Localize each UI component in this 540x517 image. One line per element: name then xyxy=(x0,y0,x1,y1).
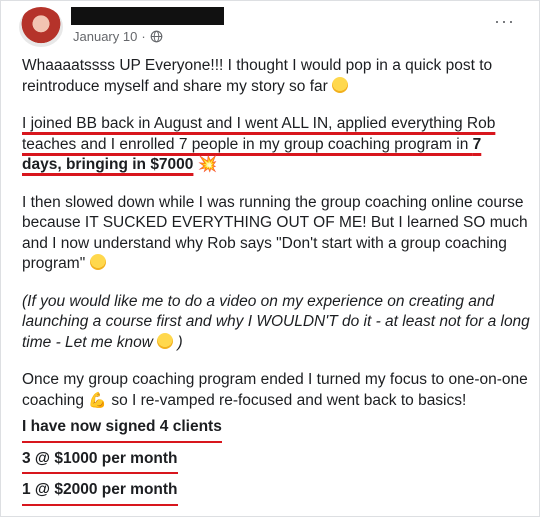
joined-bold-7: 7 xyxy=(472,135,482,153)
globe-icon xyxy=(150,30,163,43)
post-date[interactable]: January 10 xyxy=(73,29,137,44)
facebook-post: January 10 · ··· Whaaaatssss UP Everyone… xyxy=(0,0,540,517)
more-options-icon[interactable]: ··· xyxy=(494,11,515,32)
post-body: Whaaaatssss UP Everyone!!! I thought I w… xyxy=(22,56,532,506)
stat-clients-signed: I have now signed 4 clients xyxy=(22,417,222,443)
one-on-one-text-b: so I re-vamped re-focused and went back … xyxy=(107,391,467,409)
paragraph-joined: I joined BB back in August and I went AL… xyxy=(22,114,532,176)
post-meta: January 10 · xyxy=(73,29,163,44)
intro-text: Whaaaatssss UP Everyone!!! I thought I w… xyxy=(22,57,493,95)
redacted-author-name xyxy=(71,7,224,25)
joined-line-1: I joined BB back in August and I went AL… xyxy=(22,115,496,132)
meta-separator: · xyxy=(141,29,146,44)
flexed-biceps-icon: 💪 xyxy=(88,391,108,409)
joined-line-2: teaches and I enrolled 7 people in my gr… xyxy=(22,135,473,153)
paragraph-video: (If you would like me to do a video on m… xyxy=(22,292,532,354)
paragraph-intro: Whaaaatssss UP Everyone!!! I thought I w… xyxy=(22,56,532,97)
video-text-end: ) xyxy=(173,333,183,351)
paragraph-slowed: I then slowed down while I was running t… xyxy=(22,193,532,275)
paragraph-one-on-one: Once my group coaching program ended I t… xyxy=(22,370,532,411)
video-text: (If you would like me to do a video on m… xyxy=(22,292,530,351)
stat-tier-1000: 3 @ $1000 per month xyxy=(22,449,178,474)
grinning-face-icon xyxy=(332,76,349,93)
avatar[interactable] xyxy=(19,7,63,47)
collision-icon: 💥 xyxy=(197,156,218,173)
joined-bold-days: days, bringing in $7000 xyxy=(22,156,194,173)
smiling-face-icon xyxy=(157,332,174,349)
client-stats: I have now signed 4 clients 3 @ $1000 pe… xyxy=(22,411,532,506)
stat-tier-2000: 1 @ $2000 per month xyxy=(22,480,178,506)
laughing-face-icon xyxy=(89,254,106,270)
